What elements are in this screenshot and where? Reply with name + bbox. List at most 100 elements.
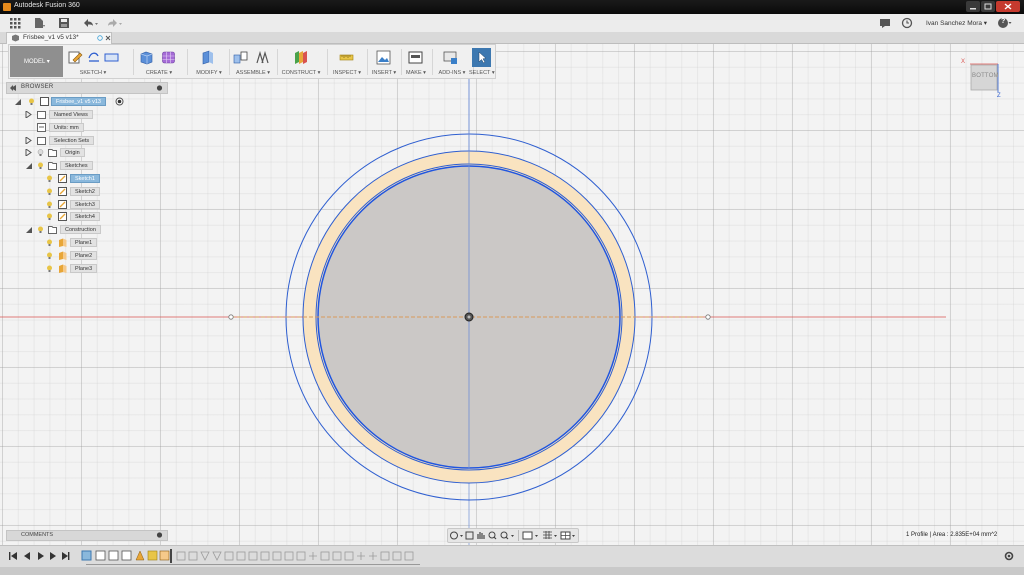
maximize-button[interactable] (981, 1, 995, 12)
modify-group[interactable]: MODIFY ▾ (191, 45, 227, 78)
file-menu-icon[interactable] (33, 17, 45, 29)
pan-hand-icon[interactable] (477, 532, 485, 539)
visibility-bulb-icon[interactable] (37, 162, 44, 169)
box-icon[interactable] (139, 50, 154, 65)
inspect-group[interactable]: INSPECT ▾ (329, 45, 365, 78)
data-panel-grid-icon[interactable] (9, 17, 21, 29)
sketch-icon[interactable] (68, 50, 83, 65)
visibility-bulb-icon[interactable] (28, 98, 35, 105)
sketch-group[interactable]: SKETCH ▾ (66, 45, 120, 78)
minimize-button[interactable] (966, 1, 980, 12)
sketch-viewport[interactable] (0, 44, 1024, 545)
browser-header[interactable]: BROWSER (6, 82, 168, 94)
timeline-go-to-end-icon[interactable] (62, 552, 70, 560)
folder-icon (48, 226, 57, 234)
toolbar-separator (133, 49, 134, 75)
pin-panel-icon[interactable] (156, 532, 163, 538)
document-tab[interactable]: Frisbee_v1 v5 v13* (6, 32, 112, 44)
look-at-icon[interactable] (465, 531, 474, 540)
collapse-panel-icon[interactable] (10, 85, 17, 91)
application-bar: Ivan Sanchez Mora ▾ ? (0, 14, 1024, 33)
create-group[interactable]: CREATE ▾ (137, 45, 181, 78)
activate-radio-icon[interactable] (115, 97, 124, 106)
user-account-menu[interactable]: Ivan Sanchez Mora ▾ (926, 19, 987, 27)
visibility-bulb-icon[interactable] (46, 175, 53, 182)
visibility-bulb-icon[interactable] (46, 213, 53, 220)
expand-triangle-icon[interactable] (25, 137, 32, 144)
3d-print-icon[interactable] (408, 50, 423, 65)
clock-icon[interactable] (901, 17, 913, 29)
visibility-bulb-icon[interactable] (46, 265, 53, 272)
orbit-icon[interactable] (450, 531, 464, 540)
collapse-triangle-icon[interactable] (14, 98, 21, 105)
timeline-features[interactable] (81, 549, 420, 565)
timeline-step-forward-icon[interactable] (50, 552, 56, 560)
sketch-group-label: SKETCH ▾ (79, 70, 107, 76)
timeline-suppressed-features[interactable] (176, 551, 414, 561)
create-group-label: CREATE ▾ (145, 70, 173, 76)
make-group[interactable]: MAKE ▾ (402, 45, 430, 78)
select-group[interactable]: SELECT ▾ (469, 45, 495, 78)
stop-sketch-icon[interactable] (104, 50, 119, 65)
zoom-icon[interactable] (488, 531, 497, 540)
offset-plane-icon[interactable] (293, 50, 308, 65)
expand-triangle-icon[interactable] (25, 149, 32, 156)
close-tab-icon[interactable] (105, 35, 111, 41)
job-status-icon[interactable] (879, 17, 891, 29)
viewports-icon[interactable] (560, 531, 575, 540)
new-component-icon[interactable] (233, 50, 248, 65)
scripts-addins-icon[interactable] (443, 50, 458, 65)
assemble-group[interactable]: ASSEMBLE ▾ (231, 45, 275, 78)
save-icon[interactable] (58, 17, 70, 29)
help-label: ? (1001, 18, 1006, 25)
construct-group[interactable]: CONSTRUCT ▾ (279, 45, 323, 78)
window-titlebar: Autodesk Fusion 360 (0, 0, 1024, 14)
collapse-triangle-icon[interactable] (25, 226, 32, 233)
fit-zoom-icon[interactable] (500, 531, 514, 540)
design-canvas[interactable] (0, 44, 1024, 545)
create-form-icon[interactable] (161, 50, 176, 65)
node-label: Units: mm (49, 123, 84, 132)
browser-root-node[interactable]: Frisbee_v1 v5 v13 (14, 97, 134, 106)
modify-group-label: MODIFY ▾ (196, 70, 222, 76)
joint-icon[interactable] (255, 50, 270, 65)
visibility-bulb-icon[interactable] (46, 239, 53, 246)
help-button[interactable]: ? (997, 17, 1013, 29)
timeline-play-icon[interactable] (38, 552, 44, 560)
grid-settings-icon[interactable] (543, 531, 557, 539)
collapse-triangle-icon[interactable] (25, 162, 32, 169)
measure-icon[interactable] (339, 50, 354, 65)
comments-panel-header[interactable]: COMMENTS (6, 530, 168, 541)
visibility-bulb-icon[interactable] (37, 149, 44, 156)
pin-panel-icon[interactable] (156, 85, 163, 91)
visibility-bulb-icon[interactable] (46, 201, 53, 208)
viewcube-face-label[interactable]: BOTTOM (972, 73, 999, 79)
timeline-step-back-icon[interactable] (24, 552, 30, 560)
make-group-label: MAKE ▾ (406, 70, 426, 76)
workspace-label: MODEL ▾ (24, 59, 50, 65)
viewcube[interactable]: X BOTTOM Z (961, 59, 1002, 99)
workspace-switcher[interactable]: MODEL ▾ (10, 46, 63, 77)
close-window-button[interactable] (996, 1, 1020, 12)
addins-group[interactable]: ADD-INS ▾ (433, 45, 471, 78)
expand-triangle-icon[interactable] (25, 111, 32, 118)
visibility-bulb-icon[interactable] (46, 252, 53, 259)
display-settings-icon[interactable] (522, 531, 538, 540)
visibility-bulb-icon[interactable] (37, 226, 44, 233)
timeline-go-to-start-icon[interactable] (9, 552, 17, 560)
select-cursor-icon[interactable] (472, 48, 491, 67)
sketch-dimension-icon[interactable] (86, 50, 101, 65)
toolbar-separator (187, 49, 188, 75)
viewcube-x-label: X (961, 59, 966, 65)
redo-icon[interactable] (105, 17, 123, 29)
window-bottom-edge (0, 567, 1024, 575)
press-pull-icon[interactable] (200, 50, 215, 65)
plane-icon (59, 251, 67, 260)
insert-image-icon[interactable] (376, 50, 391, 65)
timeline-settings-gear-icon[interactable] (1004, 551, 1014, 561)
undo-icon[interactable] (81, 17, 99, 29)
construction-endpoint-left (228, 314, 234, 320)
toolbar-separator (367, 49, 368, 75)
insert-group[interactable]: INSERT ▾ (369, 45, 399, 78)
visibility-bulb-icon[interactable] (46, 188, 53, 195)
